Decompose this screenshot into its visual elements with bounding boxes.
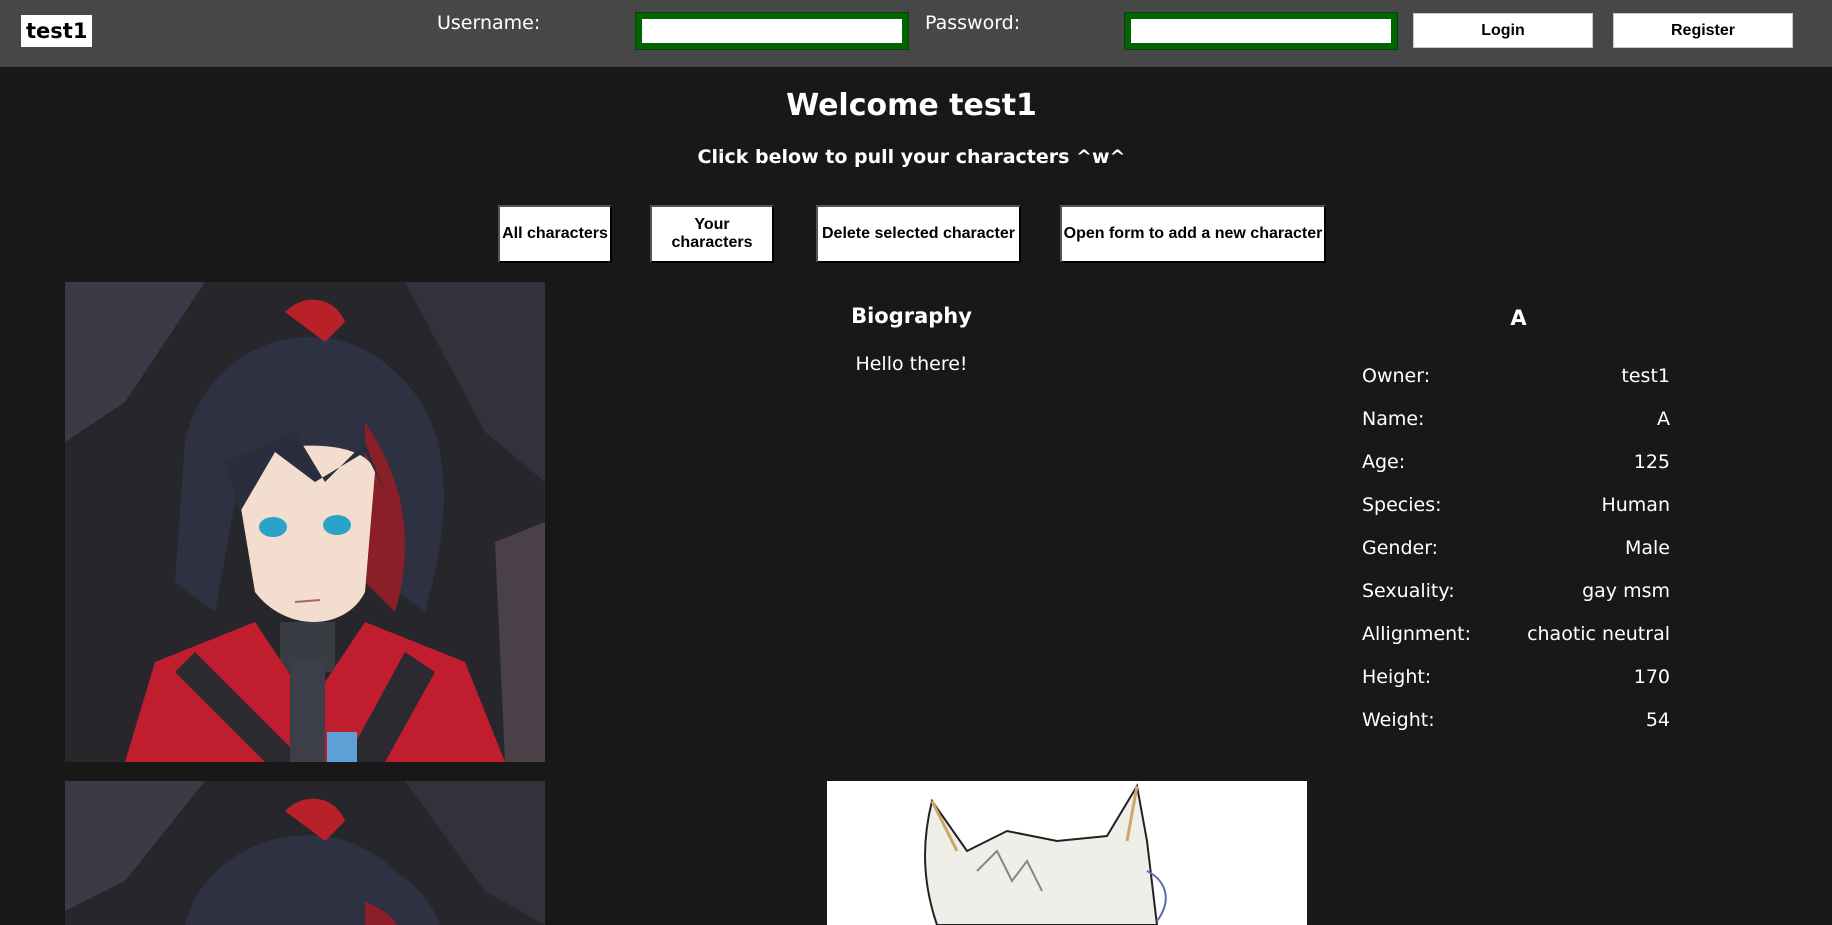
- password-label: Password:: [925, 12, 1021, 34]
- stat-value: Male: [1624, 537, 1670, 559]
- stat-row-age: Age: 125: [1362, 450, 1670, 493]
- stat-label: Species:: [1362, 494, 1442, 516]
- register-button[interactable]: Register: [1613, 13, 1793, 48]
- stat-row-alignment: Allignment: chaotic neutral: [1362, 622, 1670, 665]
- stat-label: Owner:: [1362, 365, 1431, 387]
- stat-value: chaotic neutral: [1527, 623, 1670, 645]
- top-bar: test1 Username: Password: Login Register: [0, 0, 1832, 67]
- character-sketch[interactable]: [827, 781, 1307, 925]
- password-input[interactable]: [1124, 12, 1398, 50]
- stat-row-gender: Gender: Male: [1362, 536, 1670, 579]
- delete-character-button[interactable]: Delete selected character: [816, 205, 1021, 263]
- stat-label: Weight:: [1362, 709, 1435, 731]
- stat-value: 125: [1633, 451, 1670, 473]
- character-name-title: A: [1510, 306, 1527, 330]
- welcome-heading: Welcome test1: [786, 88, 1037, 123]
- character-portrait-image: [65, 781, 545, 925]
- stat-row-sexuality: Sexuality: gay msm: [1362, 579, 1670, 622]
- stat-row-weight: Weight: 54: [1362, 708, 1670, 751]
- biography-title: Biography: [851, 304, 972, 328]
- stat-label: Sexuality:: [1362, 580, 1455, 602]
- stat-value: Human: [1601, 494, 1670, 516]
- subtitle-text: Click below to pull your characters ^w^: [697, 146, 1126, 168]
- your-characters-button[interactable]: Your characters: [650, 205, 774, 263]
- username-input[interactable]: [635, 12, 909, 50]
- stat-row-name: Name: A: [1362, 407, 1670, 450]
- site-logo[interactable]: test1: [21, 15, 93, 47]
- add-character-button[interactable]: Open form to add a new character: [1060, 205, 1326, 263]
- stat-row-species: Species: Human: [1362, 493, 1670, 536]
- stat-label: Name:: [1362, 408, 1425, 430]
- character-portrait[interactable]: [65, 282, 545, 762]
- character-portrait-image: [65, 282, 545, 762]
- stat-label: Height:: [1362, 666, 1432, 688]
- stat-label: Age:: [1362, 451, 1406, 473]
- stat-row-height: Height: 170: [1362, 665, 1670, 708]
- character-sketch-image: [827, 781, 1307, 925]
- biography-text: Hello there!: [855, 353, 968, 375]
- stat-value: gay msm: [1582, 580, 1670, 602]
- stat-value: test1: [1621, 365, 1670, 387]
- stat-label: Gender:: [1362, 537, 1439, 559]
- character-portrait-2[interactable]: [65, 781, 545, 925]
- stat-label: Allignment:: [1362, 623, 1472, 645]
- character-stats: Owner: test1 Name: A Age: 125 Species: H…: [1362, 364, 1670, 751]
- stat-row-owner: Owner: test1: [1362, 364, 1670, 407]
- username-label: Username:: [437, 12, 541, 34]
- stat-value: 170: [1633, 666, 1670, 688]
- stat-value: 54: [1645, 709, 1670, 731]
- all-characters-button[interactable]: All characters: [498, 205, 612, 263]
- stat-value: A: [1657, 408, 1670, 430]
- login-button[interactable]: Login: [1413, 13, 1593, 48]
